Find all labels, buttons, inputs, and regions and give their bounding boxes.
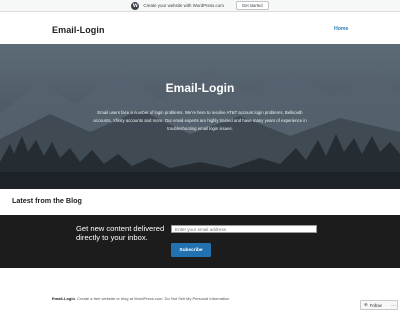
site-header: Email-Login Home — [0, 12, 400, 44]
hero-banner: Email-Login Email users face a number of… — [0, 44, 400, 189]
more-options-icon[interactable]: … — [391, 300, 396, 310]
get-started-button[interactable]: Get started — [235, 1, 269, 10]
email-input[interactable] — [171, 225, 317, 233]
nav-home-link[interactable]: Home — [334, 26, 348, 32]
footer-wordpress-link[interactable]: Create a free website or blog at WordPre… — [77, 296, 163, 301]
hero-title: Email-Login — [165, 81, 235, 95]
subscribe-button[interactable]: Subscribe — [171, 243, 211, 257]
site-footer: Email-Login, Create a free website or bl… — [52, 296, 230, 301]
site-title[interactable]: Email-Login — [52, 25, 105, 35]
subscribe-band: Get new content delivered directly to yo… — [0, 215, 400, 268]
wordpress-promo-bar: W Create your website with WordPress.com… — [0, 0, 400, 12]
footer-site-link[interactable]: Email-Login — [52, 296, 75, 301]
promo-text[interactable]: Create your website with WordPress.com — [143, 3, 223, 8]
follow-icon: ⊕ — [364, 302, 368, 307]
footer-privacy-link[interactable]: Do Not Sell My Personal Information — [165, 296, 230, 301]
blog-section-heading: Latest from the Blog — [12, 196, 82, 205]
wordpress-logo-icon: W — [131, 1, 140, 10]
hero-description: Email users face a number of login probl… — [93, 110, 307, 131]
subscribe-text: Get new content delivered directly to yo… — [76, 224, 165, 243]
follow-label: Follow — [369, 302, 382, 308]
